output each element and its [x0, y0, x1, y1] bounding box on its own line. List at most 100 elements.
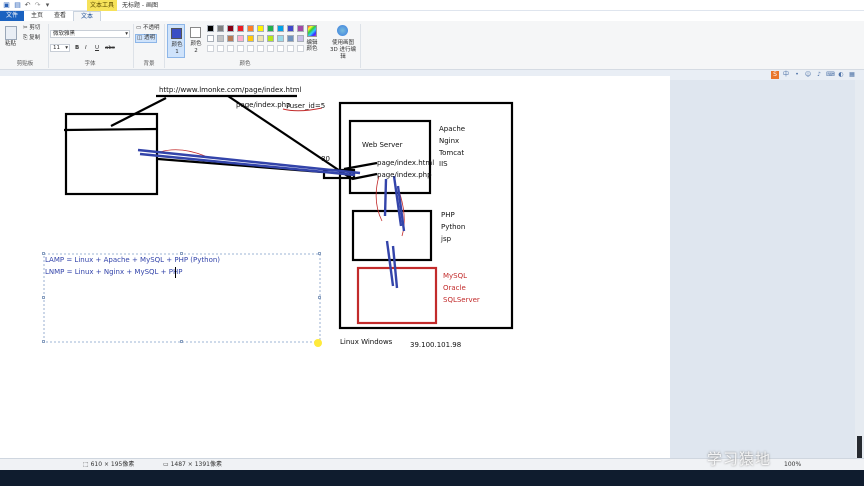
palette-swatch[interactable]	[267, 25, 274, 32]
color1-button[interactable]: 颜色 1	[167, 24, 185, 58]
font-size-select[interactable]: 11 ▾	[50, 44, 70, 52]
custom-color-slot[interactable]	[267, 45, 274, 52]
paste-button[interactable]: 粘贴	[5, 41, 16, 48]
transparent-icon: ◫	[137, 35, 143, 41]
ip-label: 39.100.101.98	[410, 341, 462, 349]
palette-swatch[interactable]	[257, 35, 264, 42]
voice-icon[interactable]: ♪	[815, 71, 823, 79]
lamp-text[interactable]: LAMP = Linux + Apache + MySQL + PHP (Pyt…	[45, 256, 220, 265]
chevron-down-icon: ▾	[65, 45, 68, 51]
palette-swatch[interactable]	[247, 35, 254, 42]
paint3d-icon[interactable]	[337, 25, 348, 36]
query-label: ?user_id=5	[286, 102, 326, 110]
palette-swatch[interactable]	[247, 25, 254, 32]
paint3d-button[interactable]: 使用画图 3D 进行编辑	[328, 40, 358, 61]
custom-color-slot[interactable]	[287, 45, 294, 52]
cursor-highlight	[314, 339, 322, 347]
selection-handle[interactable]	[318, 296, 321, 299]
palette-swatch[interactable]	[277, 25, 284, 32]
palette-swatch[interactable]	[227, 25, 234, 32]
strikethrough-button[interactable]: abc	[105, 45, 115, 52]
scrollbar-thumb[interactable]	[857, 436, 862, 458]
bold-button[interactable]: B	[75, 45, 79, 52]
palette-swatch[interactable]	[297, 35, 304, 42]
lnmp-text[interactable]: LNMP = Linux + Nginx + MySQL + PHP	[45, 268, 182, 277]
undo-icon[interactable]: ↶	[24, 2, 31, 9]
palette-swatch[interactable]	[207, 25, 214, 32]
vertical-scrollbar[interactable]	[855, 80, 864, 458]
custom-color-slot[interactable]	[207, 45, 214, 52]
window-title: 无标题 - 画图	[122, 2, 158, 9]
palette-swatch[interactable]	[207, 35, 214, 42]
selection-handle[interactable]	[42, 296, 45, 299]
tab-view[interactable]: 查看	[50, 11, 70, 21]
tab-text[interactable]: 文本	[73, 11, 101, 21]
db-oracle-label: Oracle	[443, 284, 466, 292]
palette-swatch[interactable]	[217, 35, 224, 42]
selection-handle[interactable]	[180, 252, 183, 255]
skin-icon[interactable]: ◐	[837, 71, 845, 79]
palette-swatch[interactable]	[227, 35, 234, 42]
palette-swatch[interactable]	[237, 35, 244, 42]
palette-swatch[interactable]	[267, 35, 274, 42]
lang-python-label: Python	[441, 223, 466, 231]
punctuation-icon[interactable]: •	[793, 71, 801, 79]
custom-color-slot[interactable]	[297, 45, 304, 52]
selection-handle[interactable]	[42, 340, 45, 343]
canvas-background	[670, 80, 864, 458]
lang-jsp-label: jsp	[441, 235, 452, 243]
custom-color-slot[interactable]	[277, 45, 284, 52]
copy-button[interactable]: ⎘ 复制	[23, 35, 40, 42]
opaque-button[interactable]: ▭ 不透明	[136, 25, 159, 32]
palette-swatch[interactable]	[287, 35, 294, 42]
sketch-strokes	[43, 94, 514, 347]
tab-home[interactable]: 主页	[27, 11, 47, 21]
server-tomcat-label: Tomcat	[439, 149, 465, 157]
custom-color-slot[interactable]	[237, 45, 244, 52]
language-box	[351, 209, 433, 262]
custom-color-slot[interactable]	[247, 45, 254, 52]
chinese-mode-icon[interactable]: 中	[782, 71, 790, 79]
palette-swatch[interactable]	[287, 25, 294, 32]
palette-swatch[interactable]	[217, 25, 224, 32]
color1-swatch	[171, 28, 182, 39]
custom-color-slot[interactable]	[227, 45, 234, 52]
selection-handle[interactable]	[42, 252, 45, 255]
page-php-label: page/index.php	[377, 171, 432, 179]
transparent-button[interactable]: ◫ 透明	[135, 34, 157, 43]
font-family-select[interactable]: 微软雅黑 ▾	[50, 30, 130, 38]
toolbox-icon[interactable]: ▦	[848, 71, 856, 79]
cut-button[interactable]: ✂ 剪切	[23, 25, 40, 32]
selection-handle[interactable]	[318, 252, 321, 255]
taskbar	[0, 470, 864, 486]
keyboard-icon[interactable]: ⌨	[826, 71, 835, 79]
quick-access-dropdown-icon[interactable]: ▾	[44, 2, 51, 9]
drawing-canvas[interactable]: http://www.lmonke.com/page/index.html pa…	[0, 76, 670, 458]
save-icon[interactable]: ▤	[14, 2, 21, 9]
custom-color-slot[interactable]	[217, 45, 224, 52]
edit-colors-button[interactable]: 编辑颜色	[305, 40, 319, 52]
paste-icon[interactable]	[5, 26, 17, 40]
tab-file[interactable]: 文件	[0, 11, 24, 21]
server-machine-box	[338, 101, 514, 330]
sogou-icon[interactable]: S	[771, 71, 779, 79]
text-caret	[175, 267, 176, 278]
arrow-line-php	[351, 172, 378, 181]
emoji-icon[interactable]: ☺	[804, 71, 812, 79]
selection-handle[interactable]	[180, 340, 183, 343]
palette-swatch[interactable]	[257, 25, 264, 32]
color2-button[interactable]: 颜色 2	[187, 24, 205, 58]
palette-swatch[interactable]	[277, 35, 284, 42]
italic-button[interactable]: I	[85, 45, 87, 52]
color2-label: 颜色 2	[190, 41, 202, 54]
palette-swatch[interactable]	[237, 25, 244, 32]
custom-color-slot[interactable]	[257, 45, 264, 52]
underline-button[interactable]: U	[95, 45, 99, 52]
color1-label: 颜色 1	[171, 42, 183, 55]
os-label: Linux Windows	[340, 338, 393, 346]
edit-colors-icon[interactable]	[307, 25, 317, 37]
palette-swatch[interactable]	[297, 25, 304, 32]
page-html-label: page/index.html	[377, 159, 435, 167]
redo-icon[interactable]: ↷	[34, 2, 41, 9]
ime-toolbar: S 中 • ☺ ♪ ⌨ ◐ ▦	[768, 70, 864, 80]
